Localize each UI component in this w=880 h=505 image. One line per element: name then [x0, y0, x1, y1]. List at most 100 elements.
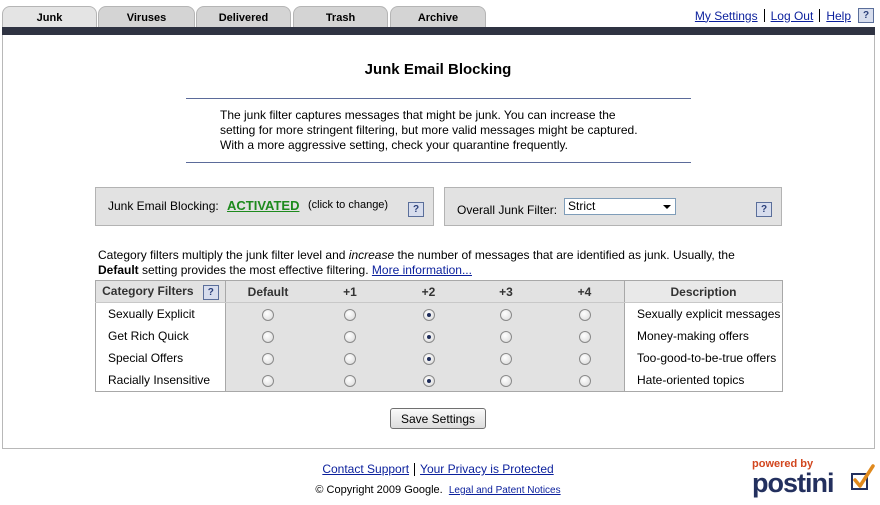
brand-name: postini [752, 468, 834, 498]
more-information-link[interactable]: More information... [372, 263, 472, 277]
level-header-plus1: +1 [310, 280, 390, 303]
category-description-cell: Money-making offers [624, 325, 783, 347]
chevron-down-icon [663, 205, 671, 209]
level-radio[interactable] [422, 374, 435, 387]
table-row: Sexually Explicit Sexually explicit messa… [95, 302, 783, 325]
divider [763, 9, 765, 22]
level-cell [225, 347, 310, 369]
top-links: My Settings Log Out Help ? [695, 8, 874, 23]
level-radio[interactable] [344, 352, 356, 365]
intro-text: The junk filter captures messages that m… [220, 108, 660, 153]
level-cell [467, 369, 545, 392]
level-cell [467, 347, 545, 369]
save-settings-button[interactable]: Save Settings [390, 408, 486, 429]
level-cell [310, 325, 390, 347]
help-icon[interactable]: ? [858, 8, 874, 23]
privacy-link[interactable]: Your Privacy is Protected [420, 462, 554, 476]
tab-junk[interactable]: Junk [2, 6, 97, 27]
level-radio[interactable] [422, 352, 435, 365]
click-to-change-hint: (click to change) [308, 199, 389, 211]
level-radio[interactable] [262, 374, 274, 387]
overall-filter-select[interactable]: Strict [564, 198, 676, 215]
level-radio[interactable] [500, 352, 512, 365]
my-settings-link[interactable]: My Settings [695, 9, 758, 23]
level-radio[interactable] [262, 330, 274, 343]
divider [414, 463, 416, 477]
level-radio[interactable] [422, 308, 435, 321]
desc-text: setting provides the most effective filt… [138, 263, 369, 277]
overall-filter-value: Strict [568, 199, 596, 213]
divider [819, 9, 821, 22]
level-radio[interactable] [578, 308, 591, 321]
category-filters-label: Category Filters [102, 283, 194, 298]
header-bar [2, 27, 875, 35]
level-radio[interactable] [262, 308, 274, 321]
checkmark-icon [851, 464, 875, 490]
page-title: Junk Email Blocking [364, 61, 512, 78]
description-header: Description [624, 280, 783, 303]
level-cell [545, 325, 625, 347]
level-cell [310, 369, 390, 392]
level-cell [390, 325, 467, 347]
level-cell [390, 302, 467, 325]
level-radio[interactable] [500, 308, 512, 321]
category-label: Racially Insensitive [95, 369, 226, 392]
overall-filter-box: Overall Junk Filter: Strict ? [444, 187, 782, 226]
overall-filter-label: Overall Junk Filter: [457, 203, 558, 217]
category-label: Get Rich Quick [95, 325, 226, 347]
level-radio[interactable] [344, 374, 356, 387]
tab-viruses[interactable]: Viruses [98, 6, 195, 27]
footer-links: Contact Support Your Privacy is Protected [0, 462, 876, 477]
level-cell [390, 347, 467, 369]
tab-trash[interactable]: Trash [293, 6, 388, 27]
help-link[interactable]: Help [826, 9, 851, 23]
level-header-plus4: +4 [545, 280, 625, 303]
level-radio[interactable] [422, 330, 435, 343]
tab-delivered[interactable]: Delivered [196, 6, 291, 27]
level-radio[interactable] [578, 352, 591, 365]
desc-text: Category filters multiply the junk filte… [98, 248, 349, 262]
desc-emphasis: increase [348, 248, 395, 262]
category-description: Category filters multiply the junk filte… [98, 248, 778, 278]
logout-link[interactable]: Log Out [771, 9, 814, 23]
level-radio[interactable] [578, 330, 591, 343]
category-description-cell: Too-good-to-be-true offers [624, 347, 783, 369]
level-radio[interactable] [500, 330, 512, 343]
level-radio[interactable] [344, 308, 356, 321]
intro-line: setting for more stringent filtering, bu… [220, 123, 638, 137]
tab-archive[interactable]: Archive [390, 6, 486, 27]
legal-notices-link[interactable]: Legal and Patent Notices [449, 485, 561, 496]
level-radio[interactable] [500, 374, 512, 387]
category-filter-table: Category Filters ? Default +1 +2 +3 +4 D… [95, 280, 783, 392]
level-radio[interactable] [262, 352, 274, 365]
level-cell [545, 347, 625, 369]
level-header-default: Default [225, 280, 310, 303]
help-icon[interactable]: ? [202, 284, 219, 300]
category-label: Special Offers [95, 347, 226, 369]
level-cell [545, 302, 625, 325]
level-cell [545, 369, 625, 392]
level-radio[interactable] [344, 330, 356, 343]
level-cell [310, 347, 390, 369]
help-icon[interactable]: ? [408, 202, 424, 217]
blocking-label: Junk Email Blocking: [108, 199, 219, 213]
table-header-row: Category Filters ? Default +1 +2 +3 +4 D… [95, 280, 783, 303]
activated-status-link[interactable]: ACTIVATED [227, 198, 299, 213]
intro-line: With a more aggressive setting, check yo… [220, 138, 568, 152]
level-cell [390, 369, 467, 392]
copyright-text: © Copyright 2009 Google. [315, 484, 443, 496]
level-cell [467, 325, 545, 347]
copyright: © Copyright 2009 Google. Legal and Paten… [0, 484, 876, 496]
table-row: Racially Insensitive Hate-oriented topics [95, 369, 783, 392]
divider [186, 98, 691, 99]
category-description-cell: Sexually explicit messages [624, 302, 783, 325]
level-header-plus2: +2 [390, 280, 467, 303]
level-radio[interactable] [578, 374, 591, 387]
help-icon[interactable]: ? [756, 202, 772, 217]
level-cell [467, 302, 545, 325]
divider [186, 162, 691, 163]
category-filters-header: Category Filters ? [95, 280, 226, 303]
contact-support-link[interactable]: Contact Support [322, 462, 409, 476]
category-description-cell: Hate-oriented topics [624, 369, 783, 392]
table-row: Special Offers Too-good-to-be-true offers [95, 347, 783, 369]
